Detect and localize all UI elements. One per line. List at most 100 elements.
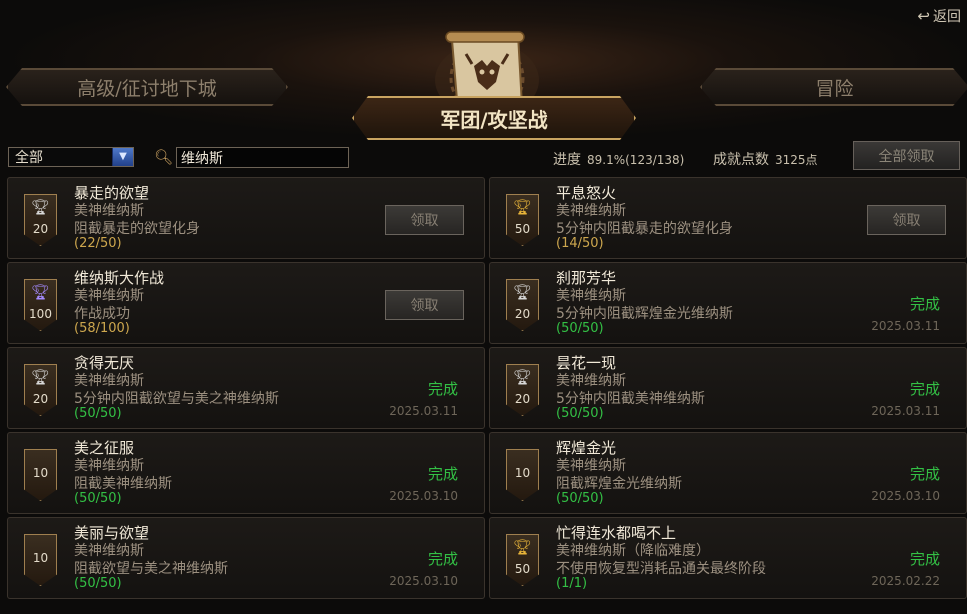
completed-date: 2025.03.11 <box>871 404 940 418</box>
achievement-description: 作战成功 <box>74 306 130 322</box>
achievement-description: 阻截欲望与美之神维纳斯 <box>74 561 228 577</box>
achievement-subtitle: 美神维纳斯 <box>556 203 626 219</box>
achievement-subtitle: 美神维纳斯 <box>74 458 144 474</box>
achievement-points: 20 <box>32 392 49 406</box>
achievement-progress: (22/50) <box>74 236 122 251</box>
progress-summary: 进度 89.1%(123/138) <box>553 149 684 169</box>
category-filter-select[interactable]: 全部 ▼ <box>8 147 134 167</box>
achievement-progress: (58/100) <box>74 321 130 336</box>
progress-label: 进度 <box>553 152 581 168</box>
achievement-points: 20 <box>32 222 49 236</box>
achievement-subtitle: 美神维纳斯（降临难度） <box>556 543 710 559</box>
tab-advanced-dungeon[interactable]: 高级/征讨地下城 <box>6 68 288 106</box>
achievement-badge: 🏆︎ 20 <box>24 364 57 416</box>
claim-all-button[interactable]: 全部领取 <box>853 141 960 170</box>
achievement-progress: (50/50) <box>556 321 604 336</box>
claim-button[interactable]: 领取 <box>867 205 946 235</box>
completed-label: 完成 <box>909 465 940 483</box>
achievement-subtitle: 美神维纳斯 <box>74 373 144 389</box>
achievement-subtitle: 美神维纳斯 <box>74 288 144 304</box>
claim-button[interactable]: 领取 <box>385 205 464 235</box>
achievement-card: 🏆︎ 20 贪得无厌 美神维纳斯 5分钟内阻截欲望与美之神维纳斯 (50/50) 完成 202… <box>7 347 485 429</box>
achievement-badge: 🏆︎ 20 <box>506 364 539 416</box>
achievement-card: 10 美丽与欲望 美神维纳斯 阻截欲望与美之神维纳斯 (50/50) 完成 2025.03.… <box>7 517 485 599</box>
achievement-points: 20 <box>514 307 531 321</box>
achievement-description: 阻截美神维纳斯 <box>74 476 172 492</box>
achievement-badge: 🏆︎ 20 <box>506 279 539 331</box>
trophy-icon: 🏆︎ <box>512 283 533 301</box>
progress-value: 89.1%(123/138) <box>587 153 685 167</box>
back-arrow-icon: ↩ <box>917 7 930 25</box>
trophy-icon: 🏆︎ <box>30 198 51 216</box>
achievement-description: 5分钟内阻截暴走的欲望化身 <box>556 221 733 237</box>
completed-label: 完成 <box>909 295 940 313</box>
achievement-card: 10 辉煌金光 美神维纳斯 阻截辉煌金光维纳斯 (50/50) 完成 2025.03.10 <box>489 432 967 514</box>
achievement-progress: (50/50) <box>74 406 122 421</box>
completed-date: 2025.03.11 <box>871 319 940 333</box>
achievement-progress: (50/50) <box>556 491 604 506</box>
achievement-progress: (14/50) <box>556 236 604 251</box>
achievement-subtitle: 美神维纳斯 <box>74 203 144 219</box>
achievement-card: 🏆︎ 20 刹那芳华 美神维纳斯 5分钟内阻截辉煌金光维纳斯 (50/50) 完成 2025.… <box>489 262 967 344</box>
completed-label: 完成 <box>427 380 458 398</box>
completed-label: 完成 <box>427 550 458 568</box>
points-label: 成就点数 <box>713 152 769 168</box>
achievement-card: 🏆︎ 100 维纳斯大作战 美神维纳斯 作战成功 (58/100) 领取 <box>7 262 485 344</box>
achievement-subtitle: 美神维纳斯 <box>556 373 626 389</box>
achievement-progress: (50/50) <box>556 406 604 421</box>
achievement-progress: (50/50) <box>74 491 122 506</box>
trophy-icon: 🏆︎ <box>512 538 533 556</box>
achievement-card: 🏆︎ 20 暴走的欲望 美神维纳斯 阻截暴走的欲望化身 (22/50) 领取 <box>7 177 485 259</box>
achievement-subtitle: 美神维纳斯 <box>556 458 626 474</box>
trophy-icon: 🏆︎ <box>30 368 51 386</box>
trophy-icon: 🏆︎ <box>512 368 533 386</box>
trophy-icon: 🏆︎ <box>30 283 51 301</box>
filter-value: 全部 <box>15 150 43 166</box>
achievement-card: 🏆︎ 50 平息怒火 美神维纳斯 5分钟内阻截暴走的欲望化身 (14/50) 领取 <box>489 177 967 259</box>
search-icon: 🔍︎ <box>154 148 174 166</box>
achievement-points: 20 <box>514 392 531 406</box>
achievement-badge: 🏆︎ 100 <box>24 279 57 331</box>
achievement-points: 10 <box>514 466 531 480</box>
achievement-progress: (50/50) <box>74 576 122 591</box>
tab-adventure[interactable]: 冒险 <box>700 68 967 106</box>
trophy-icon: 🏆︎ <box>512 198 533 216</box>
completed-date: 2025.03.11 <box>389 404 458 418</box>
achievement-description: 阻截辉煌金光维纳斯 <box>556 476 682 492</box>
chevron-down-icon[interactable]: ▼ <box>112 148 133 166</box>
achievement-grid: 🏆︎ 20 暴走的欲望 美神维纳斯 阻截暴走的欲望化身 (22/50) 领取 🏆︎ 50 平息怒火… <box>7 177 967 611</box>
achievement-badge: 🏆︎ 50 <box>506 194 539 246</box>
completed-label: 完成 <box>427 465 458 483</box>
points-value: 3125点 <box>775 153 818 167</box>
claim-button[interactable]: 领取 <box>385 290 464 320</box>
achievement-card: 🏆︎ 20 昙花一现 美神维纳斯 5分钟内阻截美神维纳斯 (50/50) 完成 2025.03… <box>489 347 967 429</box>
completed-label: 完成 <box>909 380 940 398</box>
achievement-description: 5分钟内阻截美神维纳斯 <box>556 391 705 407</box>
achievement-progress: (1/1) <box>556 576 588 591</box>
achievement-description: 不使用恢复型消耗品通关最终阶段 <box>556 561 766 577</box>
completed-label: 完成 <box>909 550 940 568</box>
achievement-description: 5分钟内阻截辉煌金光维纳斯 <box>556 306 733 322</box>
achievement-card: 🏆︎ 50 忙得连水都喝不上 美神维纳斯（降临难度） 不使用恢复型消耗品通关最终阶段 (1… <box>489 517 967 599</box>
completed-date: 2025.03.10 <box>389 489 458 503</box>
completed-date: 2025.03.10 <box>871 489 940 503</box>
achievement-card: 10 美之征服 美神维纳斯 阻截美神维纳斯 (50/50) 完成 2025.03.10 <box>7 432 485 514</box>
achievement-badge: 🏆︎ 20 <box>24 194 57 246</box>
achievement-points: 50 <box>514 222 531 236</box>
tab-legion-raid[interactable]: 军团/攻坚战 <box>352 96 636 140</box>
achievement-badge: 10 <box>506 449 539 501</box>
achievement-badge: 🏆︎ 50 <box>506 534 539 586</box>
achievement-points: 10 <box>32 551 49 565</box>
points-summary: 成就点数 3125点 <box>713 149 818 169</box>
back-button[interactable]: ↩ 返回 <box>917 6 961 26</box>
achievement-subtitle: 美神维纳斯 <box>74 543 144 559</box>
achievement-description: 阻截暴走的欲望化身 <box>74 221 200 237</box>
achievement-badge: 10 <box>24 534 57 586</box>
completed-date: 2025.02.22 <box>871 574 940 588</box>
achievement-points: 10 <box>32 466 49 480</box>
completed-date: 2025.03.10 <box>389 574 458 588</box>
achievement-description: 5分钟内阻截欲望与美之神维纳斯 <box>74 391 279 407</box>
search-input[interactable] <box>176 147 349 168</box>
achievement-points: 100 <box>29 307 52 321</box>
achievement-points: 50 <box>514 562 531 576</box>
